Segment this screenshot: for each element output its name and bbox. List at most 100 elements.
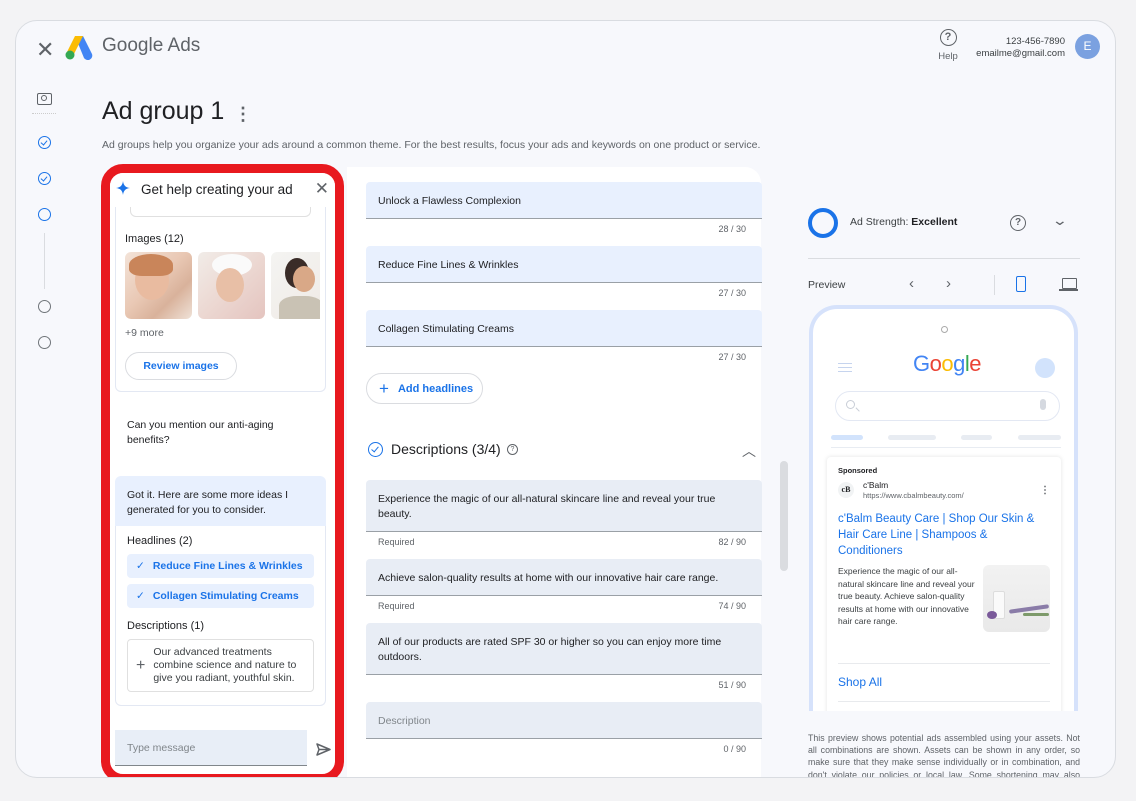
product-image (983, 565, 1050, 632)
plus-icon: + (379, 378, 389, 398)
assistant-title: Get help creating your ad (141, 182, 293, 197)
close-icon[interactable]: ✕ (315, 179, 329, 199)
description-counter: 0 / 90 (723, 744, 746, 754)
sparkle-icon (116, 181, 130, 195)
divider (994, 275, 995, 295)
mic-icon (1040, 399, 1046, 410)
image-thumbnails (125, 252, 320, 319)
help-icon: ? (939, 29, 957, 46)
user-message: Can you mention our anti-aging benefits? (127, 419, 274, 446)
image-thumbnail[interactable] (125, 252, 192, 319)
ad-body: Experience the magic of our all-natural … (838, 565, 1050, 663)
required-label: Required (378, 537, 415, 547)
previous-preview-icon[interactable]: ‹ (909, 275, 914, 292)
headline-field[interactable]: Unlock a Flawless Complexion (366, 182, 762, 219)
add-headlines-button[interactable]: + Add headlines (366, 373, 483, 404)
ad-preview-card: Sponsored cB c'Balm https://www.cbalmbea… (827, 457, 1061, 711)
form-scrollbar[interactable] (780, 461, 788, 571)
search-preview-icon[interactable] (36, 93, 52, 105)
required-label: Required (378, 601, 415, 611)
step-current[interactable] (37, 208, 51, 221)
step-rail (32, 93, 56, 349)
step-completed-2[interactable] (37, 172, 51, 185)
more-images-label: +9 more (125, 327, 164, 339)
description-field[interactable]: All of our products are rated SPF 30 or … (366, 623, 762, 675)
message-input[interactable] (115, 730, 307, 766)
tab-placeholder (1018, 435, 1061, 440)
description-counter: 51 / 90 (718, 680, 746, 690)
check-icon: ✓ (136, 560, 145, 572)
headline-field[interactable]: Reduce Fine Lines & Wrinkles (366, 246, 762, 283)
phone-camera (941, 326, 948, 333)
step-upcoming-2[interactable] (37, 336, 51, 349)
brand-name: Google Ads (102, 35, 201, 56)
close-icon[interactable]: ✕ (36, 37, 54, 63)
chevron-up-icon[interactable]: ︿ (742, 441, 756, 461)
description-field[interactable]: Experience the magic of our all-natural … (366, 480, 762, 532)
mobile-preview-icon[interactable] (1016, 276, 1026, 292)
suggested-headline-chip[interactable]: ✓ Reduce Fine Lines & Wrinkles (127, 554, 314, 578)
previous-field (130, 207, 311, 217)
help-button[interactable]: ? Help (934, 29, 962, 62)
suggested-headline-chip[interactable]: ✓ Collagen Stimulating Creams (127, 584, 314, 608)
ad-description: Experience the magic of our all-natural … (838, 566, 975, 626)
empty-description-field[interactable]: Description (366, 702, 762, 739)
search-icon (846, 400, 855, 409)
more-options-icon[interactable]: ⋮ (234, 104, 252, 125)
headlines-label: Headlines (2) (127, 535, 193, 547)
images-label: Images (12) (125, 233, 184, 245)
sitelink-shop-all[interactable]: Shop All (838, 663, 1050, 701)
search-bar-placeholder (835, 391, 1060, 421)
headline-field[interactable]: Collagen Stimulating Creams (366, 310, 762, 347)
ad-strength-ring (808, 208, 838, 238)
rail-divider (32, 113, 56, 114)
ad-headline-link[interactable]: c'Balm Beauty Care | Shop Our Skin & Hai… (838, 511, 1050, 559)
account-phone: 123-456-7890 (1005, 36, 1065, 47)
advertiser-name: c'Balm (863, 480, 889, 490)
plus-icon: + (136, 657, 146, 674)
image-thumbnail[interactable] (198, 252, 265, 319)
headline-counter: 27 / 30 (718, 288, 746, 298)
preview-label: Preview (808, 279, 846, 291)
divider (831, 447, 1061, 448)
search-tabs-placeholder (831, 435, 1061, 445)
page-subtitle: Ad groups help you organize your ads aro… (102, 139, 761, 151)
divider (808, 258, 1080, 259)
advertiser-url: https://www.cbalmbeauty.com/ (863, 491, 964, 500)
check-icon: ✓ (136, 590, 145, 602)
image-thumbnail[interactable] (271, 252, 320, 319)
description-field[interactable]: Achieve salon-quality results at home wi… (366, 559, 762, 596)
more-options-icon[interactable]: ⋮ (1040, 485, 1050, 496)
tab-placeholder (961, 435, 992, 440)
google-logo: Google (913, 351, 982, 376)
preview-disclaimer: This preview shows potential ads assembl… (808, 733, 1080, 778)
tab-placeholder (831, 435, 863, 440)
menu-icon (838, 363, 852, 372)
descriptions-label: Descriptions (1) (127, 620, 205, 632)
next-preview-icon[interactable]: › (946, 275, 951, 292)
page-title: Ad group 1 (102, 97, 225, 125)
review-images-button[interactable]: Review images (125, 352, 237, 380)
headline-counter: 28 / 30 (718, 224, 746, 234)
sitelink-contact-us[interactable]: Contact Us (838, 701, 1050, 711)
descriptions-section-header[interactable]: Descriptions (3/4) ? ︿ (366, 439, 762, 461)
desktop-preview-icon[interactable] (1059, 278, 1078, 291)
suggested-description[interactable]: + Our advanced treatments combine scienc… (127, 639, 314, 692)
avatar[interactable]: E (1075, 34, 1100, 59)
help-icon[interactable]: ? (507, 444, 518, 455)
ad-strength-help-icon[interactable]: ? (1010, 215, 1026, 231)
assistant-conversation: Images (12) +9 more Review images Can yo… (115, 207, 326, 706)
step-completed-1[interactable] (37, 136, 51, 149)
account-info[interactable]: 123-456-7890 emailme@gmail.com (976, 36, 1065, 60)
chevron-down-icon[interactable]: ⌄ (1052, 212, 1068, 229)
description-counter: 82 / 90 (718, 537, 746, 547)
sponsored-label: Sponsored (838, 466, 878, 475)
profile-placeholder (1035, 358, 1055, 378)
images-card: Images (12) +9 more Review images (115, 207, 326, 392)
send-icon[interactable] (316, 743, 331, 756)
ai-assistant-panel: Get help creating your ad ✕ Images (12) (101, 164, 344, 777)
google-ads-logo (65, 36, 93, 61)
suggestions-card: Headlines (2) ✓ Reduce Fine Lines & Wrin… (115, 526, 326, 706)
step-upcoming-1[interactable] (37, 300, 51, 313)
account-email: emailme@gmail.com (976, 48, 1065, 59)
